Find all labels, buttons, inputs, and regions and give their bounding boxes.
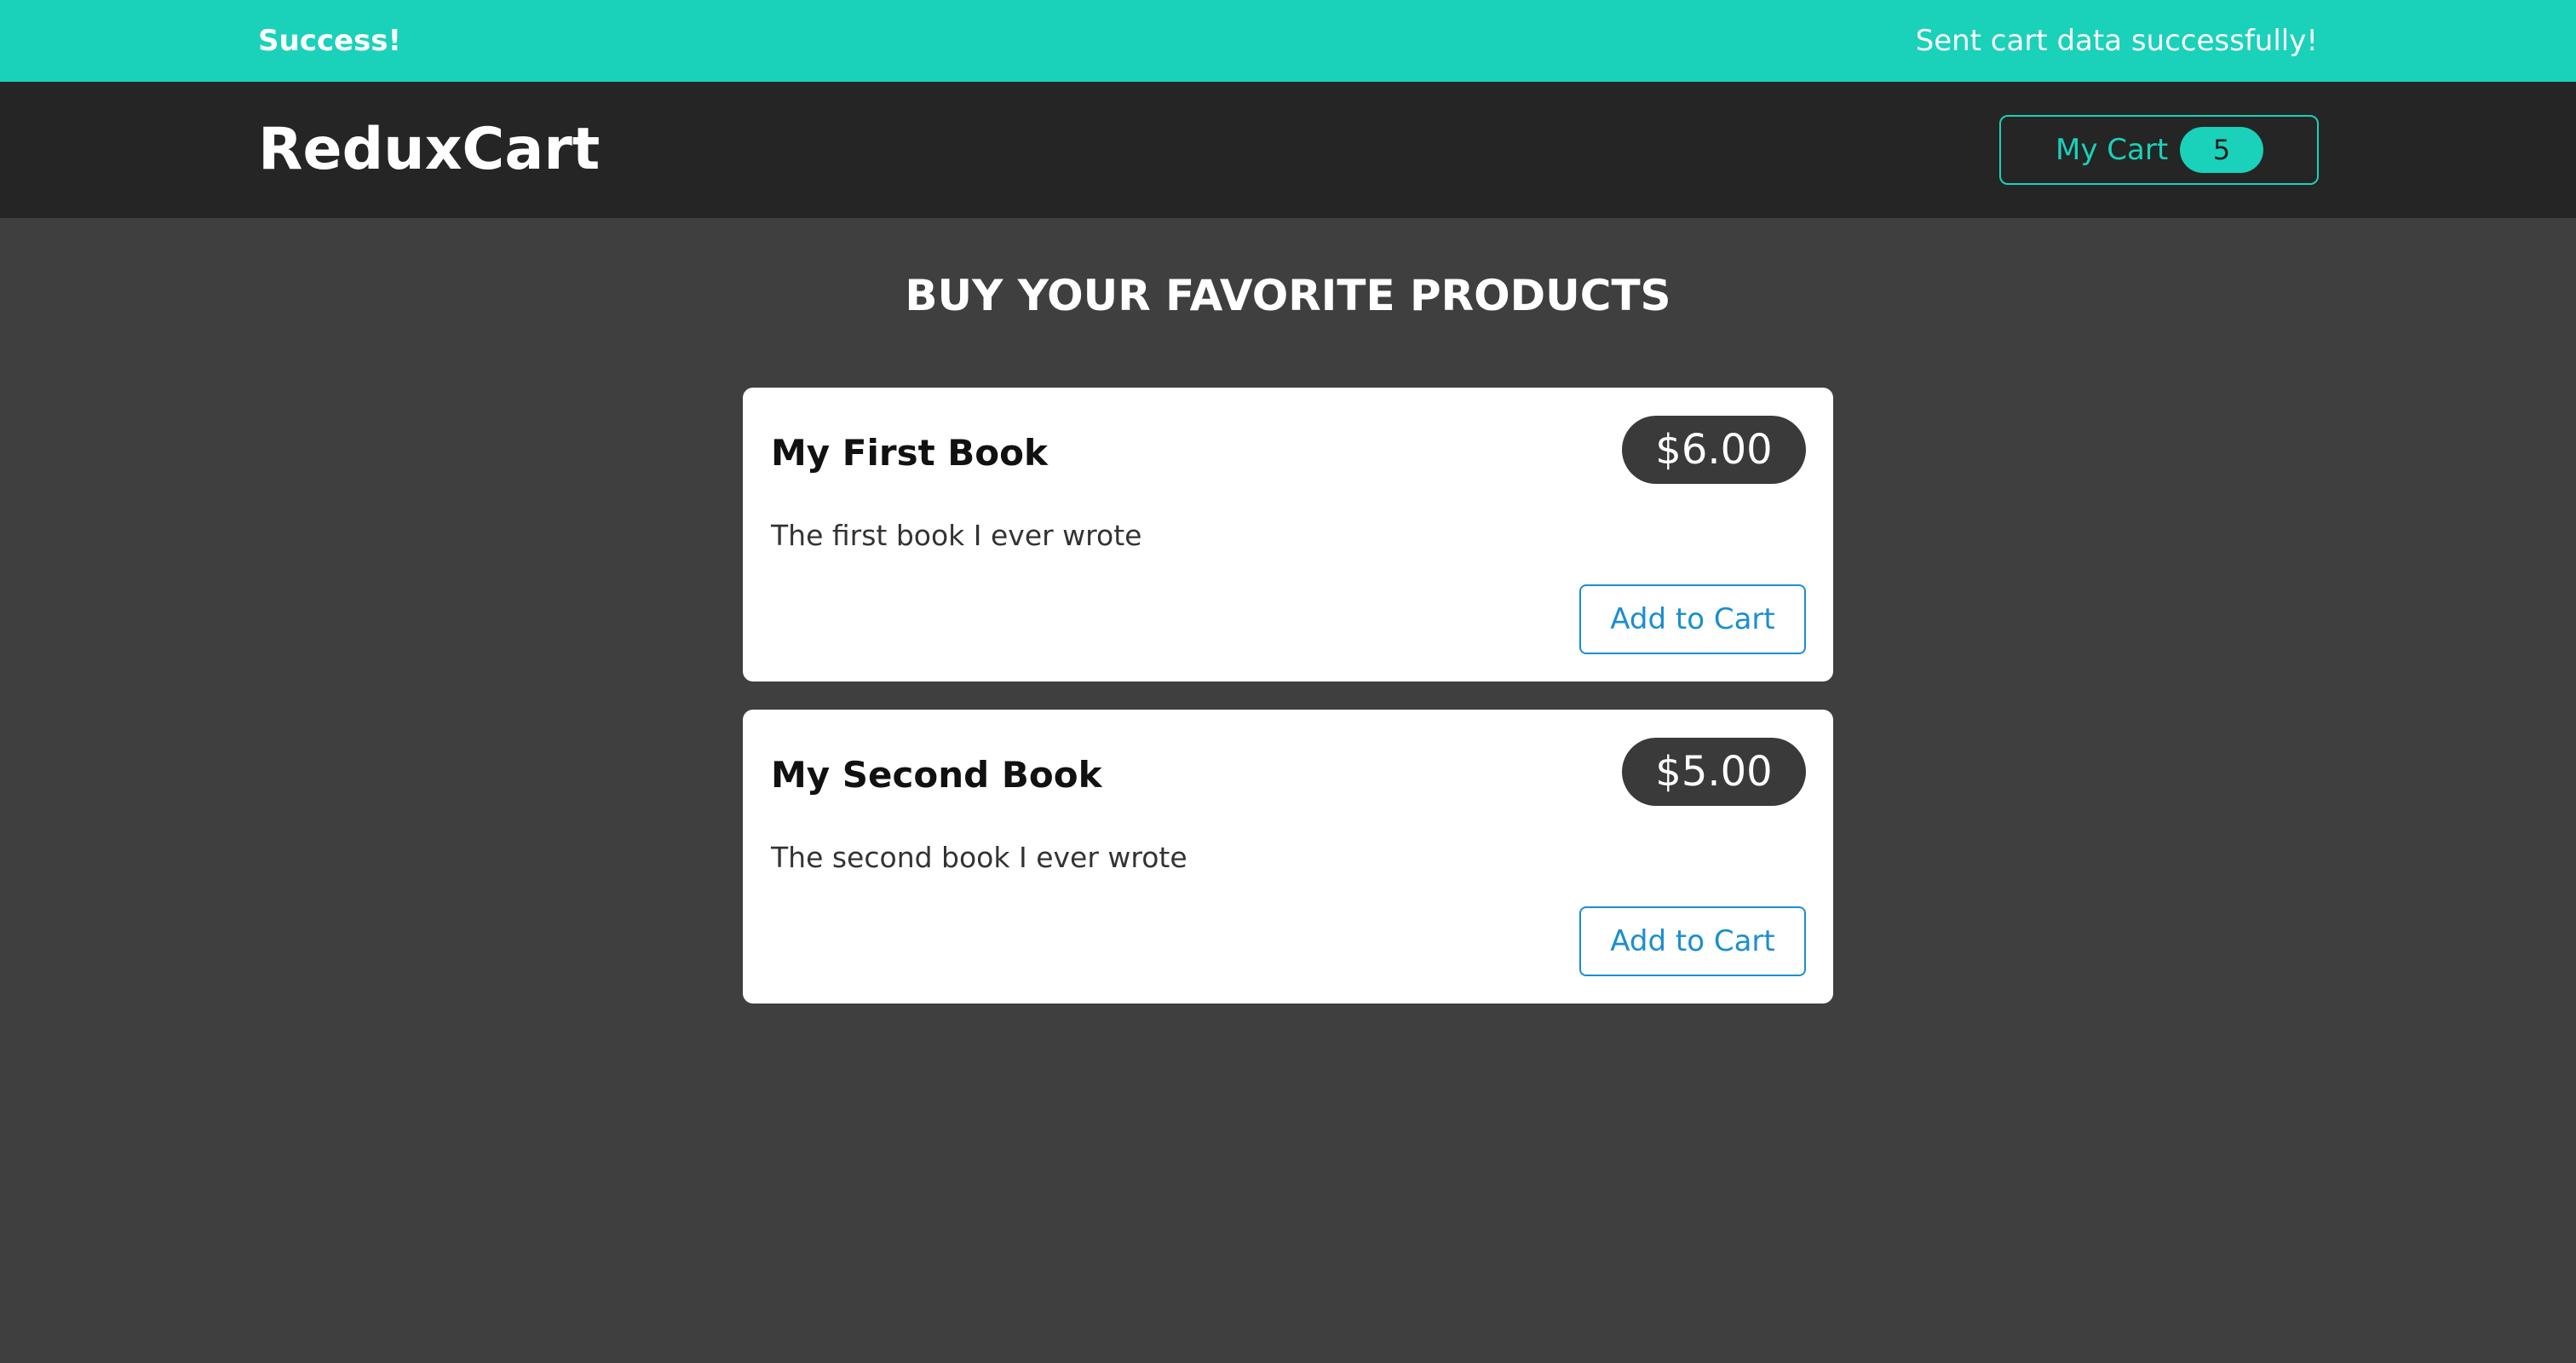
my-cart-button[interactable]: My Cart 5 bbox=[1999, 115, 2319, 185]
notification-message: Sent cart data successfully! bbox=[1915, 24, 2318, 58]
app-header: ReduxCart My Cart 5 bbox=[0, 82, 2576, 218]
cart-button-label: My Cart bbox=[2056, 133, 2169, 167]
add-to-cart-button[interactable]: Add to Cart bbox=[1579, 584, 1806, 654]
product-card: My First Book $6.00 The first book I eve… bbox=[743, 388, 1833, 682]
success-notification: Success! Sent cart data successfully! bbox=[0, 0, 2576, 82]
product-price: $5.00 bbox=[1622, 738, 1806, 806]
cart-count-badge: 5 bbox=[2180, 127, 2263, 173]
products-heading: BUY YOUR FAVORITE PRODUCTS bbox=[905, 271, 1671, 320]
product-price: $6.00 bbox=[1622, 416, 1806, 484]
notification-title: Success! bbox=[258, 24, 402, 58]
app-logo: ReduxCart bbox=[258, 116, 601, 183]
product-description: The first book I ever wrote bbox=[771, 519, 1142, 552]
product-name: My Second Book bbox=[771, 754, 1102, 796]
product-description: The second book I ever wrote bbox=[771, 841, 1187, 874]
product-card: My Second Book $5.00 The second book I e… bbox=[743, 710, 1833, 1004]
add-to-cart-button[interactable]: Add to Cart bbox=[1579, 906, 1806, 976]
product-name: My First Book bbox=[771, 432, 1048, 474]
